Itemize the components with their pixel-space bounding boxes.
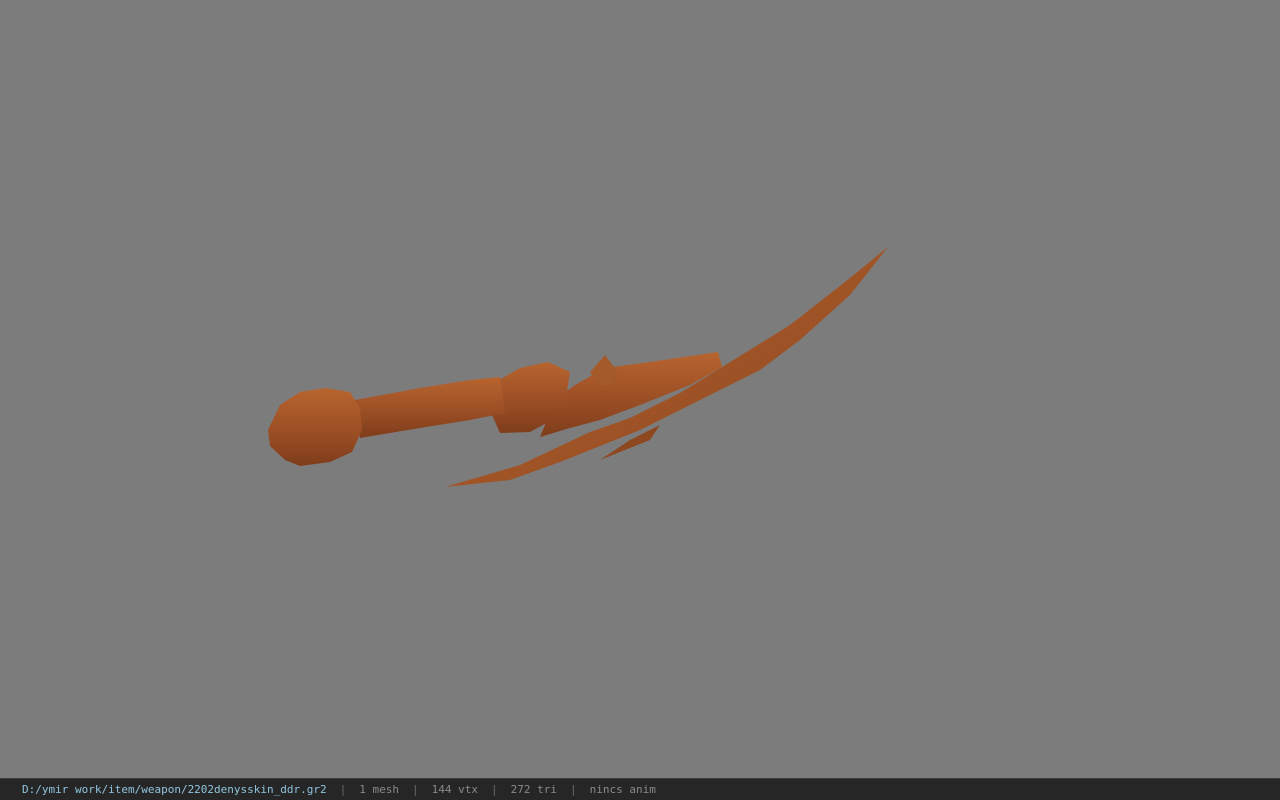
triangle-count-label: 272 tri bbox=[510, 783, 557, 796]
weapon-model-render bbox=[268, 247, 888, 487]
separator: | bbox=[491, 783, 498, 796]
pommel bbox=[268, 388, 362, 466]
file-path-label: D:/ymir work/item/weapon/2202denysskin_d… bbox=[22, 783, 327, 796]
animation-status-label: nincs anim bbox=[589, 783, 656, 796]
mesh-count-label: 1 mesh bbox=[359, 783, 400, 796]
separator: | bbox=[339, 783, 347, 796]
vertex-count-label: 144 vtx bbox=[431, 783, 478, 796]
separator: | bbox=[569, 783, 577, 796]
3d-viewport[interactable] bbox=[0, 0, 1280, 778]
handle-shaft bbox=[355, 377, 505, 438]
separator: | bbox=[412, 783, 419, 796]
status-bar: D:/ymir work/item/weapon/2202denysskin_d… bbox=[0, 778, 1280, 800]
